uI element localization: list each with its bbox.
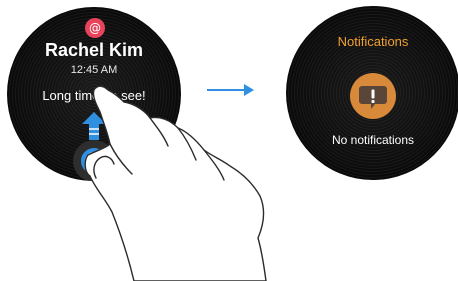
alert-bubble-icon (350, 73, 396, 119)
watch-screen-notification: @ Rachel Kim 12:45 AM Long time no see! (7, 7, 181, 181)
tutorial-illustration: @ Rachel Kim 12:45 AM Long time no see! … (0, 0, 458, 281)
watch-screen-notifications-empty: Notifications No notifications (286, 6, 458, 180)
notifications-title: Notifications (337, 34, 409, 49)
empty-state-text: No notifications (331, 133, 415, 147)
at-sign-icon: @ (85, 18, 105, 38)
reply-handle-button[interactable] (73, 140, 115, 181)
notification-time: 12:45 AM (70, 64, 118, 76)
swipe-up-arrow-icon (82, 112, 106, 140)
reply-handle-ring[interactable] (81, 148, 107, 174)
notification-message: Long time no see! (42, 88, 146, 103)
transition-arrow-icon (207, 84, 254, 96)
sender-name: Rachel Kim (44, 40, 144, 60)
